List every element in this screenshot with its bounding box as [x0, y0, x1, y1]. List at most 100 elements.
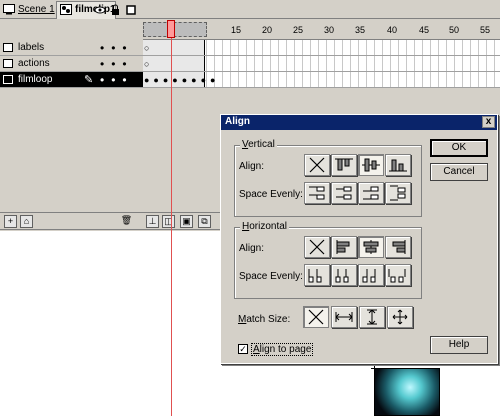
pencil-icon: ✎ [84, 74, 94, 86]
ruler-tick: 35 [355, 25, 366, 35]
frame-span [143, 40, 205, 55]
onion-skin-range[interactable] [143, 22, 207, 37]
match-height-icon [367, 309, 377, 325]
add-layer-icon[interactable]: + [4, 215, 17, 228]
align-left-icon [336, 240, 350, 254]
horizontal-space-label: Space Evenly: [239, 271, 303, 282]
layer-toggle-dots[interactable]: ••• [100, 57, 134, 71]
onion-outlines-icon[interactable]: ▣ [180, 215, 193, 228]
align-left-button[interactable] [331, 236, 357, 258]
layer-row-filmloop[interactable]: filmloop ✎ ••• [0, 72, 143, 88]
space-evenly-vcenter-button[interactable] [331, 182, 357, 204]
align-right-icon [392, 240, 406, 254]
space-hcenter-icon [335, 269, 349, 283]
align-top-button[interactable] [331, 154, 357, 176]
space-left-icon [308, 269, 322, 283]
space-evenly-left-button[interactable] [304, 264, 330, 286]
layer-toggle-dots[interactable]: ••• [100, 73, 134, 87]
align-horizontal-center-icon [363, 240, 379, 254]
match-width-icon [335, 312, 353, 322]
match-size-label: Match Size: [238, 314, 291, 325]
ruler-tick: 50 [449, 25, 460, 35]
close-button[interactable]: x [482, 116, 495, 128]
vertical-space-label: Space Evenly: [239, 189, 303, 200]
ruler-tick: 30 [324, 25, 335, 35]
layer-row-labels[interactable]: labels ••• [0, 40, 143, 56]
dialog-titlebar[interactable]: Align x [221, 115, 497, 130]
space-vertical-icon [390, 185, 406, 201]
align-right-button[interactable] [385, 236, 411, 258]
match-size-none-button[interactable] [303, 306, 329, 328]
registration-point [371, 365, 378, 372]
layer-icon [3, 75, 13, 84]
lock-icon[interactable] [112, 4, 119, 15]
space-right-icon [362, 269, 376, 283]
match-width-height-button[interactable] [387, 306, 413, 328]
ruler-tick: 55 [480, 25, 491, 35]
layer-name: actions [18, 58, 50, 69]
ok-button[interactable]: OK [430, 139, 488, 157]
scene-tab[interactable]: Scene 1 [0, 2, 55, 19]
ruler-tick: 25 [293, 25, 304, 35]
onion-skin-icon[interactable]: ◫ [162, 215, 175, 228]
align-horizontal-center-button[interactable] [358, 236, 384, 258]
align-dialog: Align x Vertical Align: Space Evenly: Ho… [220, 114, 498, 364]
layer-visibility-icons [94, 4, 136, 15]
space-bottom-icon [363, 186, 379, 200]
layer-name: filmloop [18, 74, 53, 85]
add-guide-layer-icon[interactable]: ⌂ [20, 215, 33, 228]
space-evenly-hcenter-button[interactable] [331, 264, 357, 286]
frame-row[interactable]: ●●●●●●●● [143, 72, 500, 88]
none-icon [309, 157, 325, 173]
match-both-icon [392, 309, 408, 325]
space-evenly-horizontal-button[interactable] [385, 264, 411, 286]
cancel-button[interactable]: Cancel [430, 163, 488, 181]
align-to-page-checkbox[interactable]: ✓ [238, 344, 248, 354]
ruler-tick: 15 [231, 25, 242, 35]
match-width-button[interactable] [331, 306, 357, 328]
keyframe[interactable]: ○ [144, 43, 149, 53]
horizontal-align-label: Align: [239, 243, 265, 254]
layer-toggle-dots[interactable]: ••• [100, 41, 134, 55]
frame-row[interactable]: ○ [143, 56, 500, 72]
layer-row-actions[interactable]: actions ••• [0, 56, 143, 72]
center-frame-icon[interactable]: ⊥ [146, 215, 159, 228]
match-height-button[interactable] [359, 306, 385, 328]
keyframe-sequence[interactable]: ●●●●●●●● [144, 75, 220, 85]
edit-multiple-frames-icon[interactable]: ⧉ [198, 215, 211, 228]
space-evenly-bottom-button[interactable] [358, 182, 384, 204]
layer-icon [3, 59, 13, 68]
space-evenly-right-button[interactable] [358, 264, 384, 286]
horizontal-group-title: Horizontal [240, 221, 290, 232]
align-vertical-center-icon [362, 158, 380, 172]
help-button[interactable]: Help [430, 336, 488, 354]
align-bottom-icon [389, 159, 407, 172]
film-clip-instance[interactable] [374, 368, 440, 416]
none-icon [308, 309, 324, 325]
vertical-align-none-button[interactable] [304, 154, 330, 176]
ruler-tick: 20 [262, 25, 273, 35]
ruler-tick: 45 [419, 25, 430, 35]
space-top-icon [309, 186, 325, 200]
trash-icon[interactable]: 🗑 [120, 215, 133, 228]
horizontal-align-none-button[interactable] [304, 236, 330, 258]
align-top-icon [335, 158, 353, 171]
movieclip-icon [60, 4, 72, 15]
vertical-group-title: Vertical [240, 139, 277, 150]
frame-row[interactable]: ○ [143, 40, 500, 56]
layer-icon [3, 43, 13, 52]
keyframe[interactable]: ○ [144, 59, 149, 69]
space-evenly-vertical-button[interactable] [385, 182, 411, 204]
align-to-page-label[interactable]: Align to page [251, 343, 314, 356]
space-vcenter-icon [336, 186, 352, 200]
eye-icon[interactable] [94, 6, 106, 14]
space-evenly-top-button[interactable] [304, 182, 330, 204]
align-vertical-center-button[interactable] [358, 154, 384, 176]
ruler-tick: 40 [387, 25, 398, 35]
frames-grid[interactable]: ○ ○ ●●●●●●●● [143, 40, 500, 88]
outline-icon[interactable] [126, 5, 136, 15]
layer-name: labels [18, 42, 45, 53]
playhead[interactable] [167, 20, 175, 38]
align-bottom-button[interactable] [385, 154, 411, 176]
none-icon [309, 239, 325, 255]
